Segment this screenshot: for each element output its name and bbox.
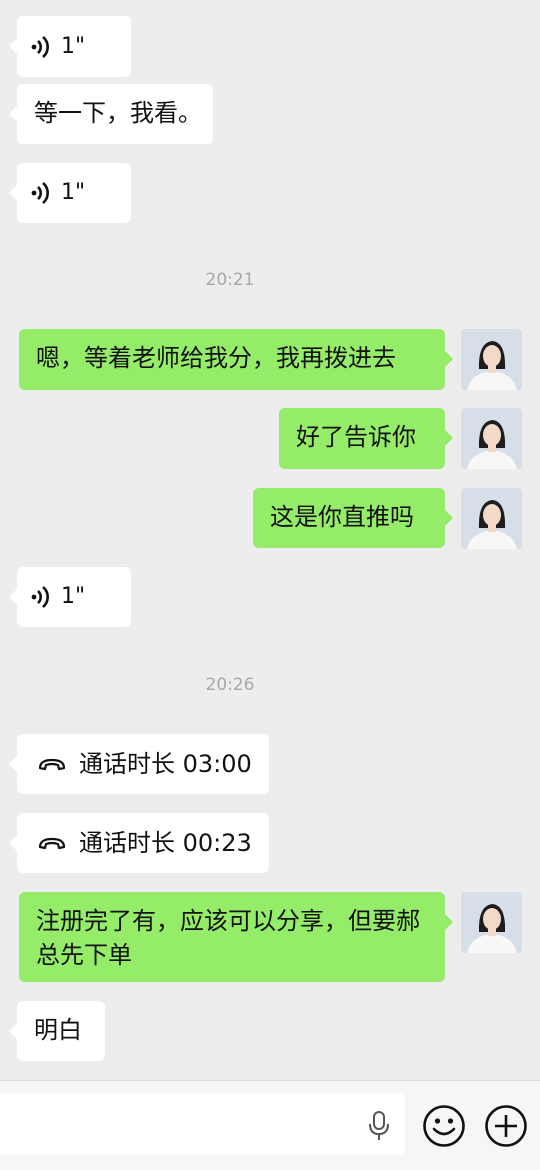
message-text: 明白 (34, 1016, 82, 1044)
phone-hangup-icon (38, 837, 66, 850)
voice-wave-icon (31, 35, 49, 58)
voice-wave-icon (31, 182, 49, 204)
phone-hangup-icon (38, 758, 66, 771)
outgoing-message[interactable]: 嗯，等着老师给我分，我再拨进去 (19, 329, 453, 390)
outgoing-message[interactable]: 好了告诉你 (279, 408, 453, 469)
incoming-message[interactable]: 明白 (9, 1001, 105, 1061)
voice-message[interactable]: 1" (9, 567, 131, 627)
voice-message[interactable]: 1" (9, 16, 131, 77)
chat-area: 1" 等一下，我看。 1" 20:21 嗯，等着老师给我分，我再拨进去 好了告诉… (0, 0, 540, 1080)
voice-duration: 1" (61, 180, 86, 205)
timestamp: 20:26 (205, 675, 255, 695)
incoming-message[interactable]: 等一下，我看。 (9, 84, 213, 144)
timestamp: 20:21 (205, 270, 255, 290)
call-duration: 通话时长 00:23 (79, 829, 252, 857)
input-bar (0, 1080, 540, 1170)
voice-message[interactable]: 1" (9, 163, 131, 223)
message-text: 好了告诉你 (296, 423, 416, 451)
voice-wave-icon (31, 586, 49, 608)
outgoing-message[interactable]: 注册完了有，应该可以分享，但要郝总先下单 (19, 892, 453, 982)
message-input[interactable] (0, 1093, 405, 1155)
avatar[interactable] (461, 892, 522, 953)
emoji-icon[interactable] (422, 1104, 466, 1152)
voice-duration: 1" (61, 33, 86, 59)
outgoing-message[interactable]: 这是你直推吗 (253, 488, 453, 548)
message-text: 等一下，我看。 (34, 99, 202, 127)
microphone-icon[interactable] (367, 1110, 391, 1146)
message-text: 注册完了有，应该可以分享，但要郝总先下单 (36, 907, 420, 969)
call-duration: 通话时长 03:00 (79, 750, 252, 778)
call-record[interactable]: 通话时长 00:23 (9, 813, 269, 873)
avatar[interactable] (461, 408, 522, 469)
message-text: 嗯，等着老师给我分，我再拨进去 (36, 344, 396, 372)
avatar[interactable] (461, 329, 522, 390)
voice-duration: 1" (61, 584, 86, 609)
plus-icon[interactable] (484, 1104, 528, 1152)
message-text: 这是你直推吗 (270, 503, 414, 531)
avatar[interactable] (461, 488, 522, 549)
call-record[interactable]: 通话时长 03:00 (9, 734, 269, 794)
